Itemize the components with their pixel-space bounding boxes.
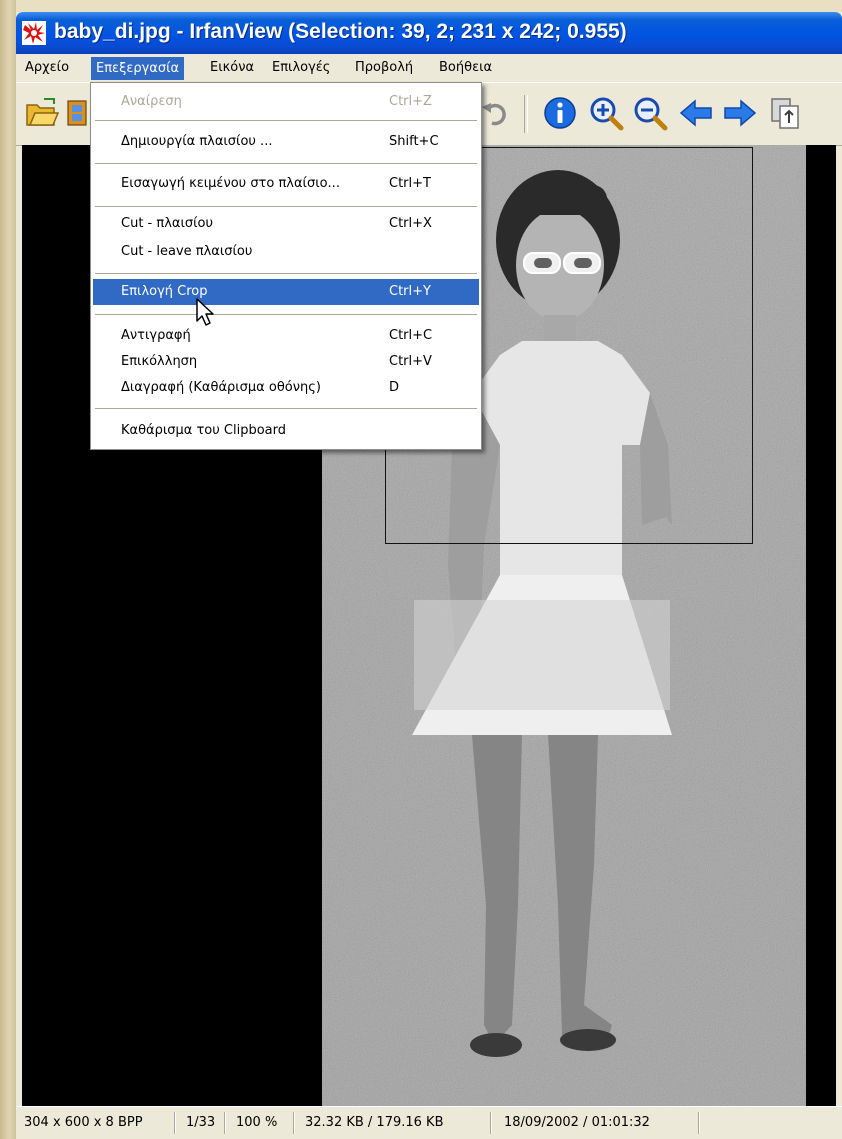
irfanview-window: baby_di.jpg - IrfanView (Selection: 39, … — [16, 12, 842, 1139]
status-zoom: 100 % — [236, 1115, 278, 1130]
menu-item-label: Επικόλληση — [121, 354, 198, 369]
menu-item-label: Αναίρεση — [121, 94, 182, 109]
status-datetime: 18/09/2002 / 01:01:32 — [504, 1115, 650, 1130]
menu-item-shortcut: Ctrl+C — [389, 328, 433, 343]
menu-item-insert-text[interactable]: Εισαγωγή κειμένου στο πλαίσιο... Ctrl+T — [93, 171, 479, 197]
mouse-pointer-icon — [196, 298, 214, 326]
previous-arrow-icon[interactable] — [678, 95, 714, 131]
menu-item-shortcut: Ctrl+Z — [389, 94, 432, 109]
toolbar-separator — [524, 95, 528, 133]
menu-help[interactable]: Βοήθεια — [434, 58, 497, 78]
filmstrip-icon[interactable] — [66, 95, 88, 131]
menu-item-label: Εισαγωγή κειμένου στο πλαίσιο... — [121, 176, 340, 191]
menu-item-shortcut: Ctrl+X — [389, 216, 432, 231]
open-folder-icon[interactable] — [24, 95, 60, 131]
menu-item-delete[interactable]: Διαγραφή (Καθάρισμα οθόνης) D — [93, 375, 479, 401]
irfanview-app-icon[interactable] — [22, 21, 46, 45]
menu-item-create-selection[interactable]: Δημιουργία πλαισίου ... Shift+C — [93, 129, 479, 155]
undo-icon[interactable] — [478, 95, 514, 131]
info-icon[interactable] — [542, 95, 578, 131]
edit-menu-dropdown: Αναίρεση Ctrl+Z Δημιουργία πλαισίου ... … — [90, 82, 482, 450]
menu-separator — [95, 120, 477, 121]
menu-item-label: Διαγραφή (Καθάρισμα οθόνης) — [121, 380, 321, 395]
menu-item-cut-selection[interactable]: Cut - πλαισίου Ctrl+X — [93, 211, 479, 237]
status-divider — [490, 1112, 491, 1134]
menu-item-label: Δημιουργία πλαισίου ... — [121, 134, 273, 149]
menu-item-undo[interactable]: Αναίρεση Ctrl+Z — [93, 89, 479, 115]
menu-separator — [95, 273, 477, 274]
status-divider — [174, 1112, 175, 1134]
menu-separator — [95, 314, 477, 315]
menu-options[interactable]: Επιλογές — [267, 58, 335, 78]
status-divider — [698, 1112, 699, 1134]
menu-item-cut-leave-selection[interactable]: Cut - leave πλαισίου — [93, 239, 479, 265]
copy-icon[interactable] — [768, 95, 804, 131]
zoom-in-icon[interactable] — [588, 95, 624, 131]
menu-item-shortcut: Ctrl+T — [389, 176, 431, 191]
title-bar[interactable]: baby_di.jpg - IrfanView (Selection: 39, … — [16, 12, 842, 54]
status-divider — [293, 1112, 294, 1134]
desktop-background-strip — [0, 0, 16, 1139]
menu-item-label: Καθάρισμα του Clipboard — [121, 423, 287, 438]
menu-bar: Αρχείο Επεξεργασία Εικόνα Επιλογές Προβο… — [16, 54, 842, 82]
zoom-out-icon[interactable] — [632, 95, 668, 131]
menu-item-shortcut: D — [389, 380, 400, 395]
menu-item-clear-clipboard[interactable]: Καθάρισμα του Clipboard — [93, 418, 479, 444]
menu-item-label: Cut - πλαισίου — [121, 216, 213, 231]
menu-item-label: Cut - leave πλαισίου — [121, 244, 253, 259]
menu-item-shortcut: Shift+C — [389, 134, 439, 149]
menu-view[interactable]: Προβολή — [350, 58, 418, 78]
status-bar: 304 x 600 x 8 BPP 1/33 100 % 32.32 KB / … — [16, 1106, 842, 1139]
menu-separator — [95, 163, 477, 164]
menu-item-label: Αντιγραφή — [121, 328, 191, 343]
window-title: baby_di.jpg - IrfanView (Selection: 39, … — [54, 20, 627, 43]
status-dimensions: 304 x 600 x 8 BPP — [24, 1115, 143, 1130]
menu-file[interactable]: Αρχείο — [20, 58, 74, 78]
menu-edit[interactable]: Επεξεργασία — [91, 57, 185, 80]
menu-separator — [95, 408, 477, 409]
menu-item-shortcut: Ctrl+Y — [389, 284, 431, 299]
menu-item-paste[interactable]: Επικόλληση Ctrl+V — [93, 349, 479, 375]
next-arrow-icon[interactable] — [722, 95, 758, 131]
menu-item-copy[interactable]: Αντιγραφή Ctrl+C — [93, 323, 479, 349]
status-filesize: 32.32 KB / 179.16 KB — [305, 1115, 444, 1130]
menu-item-crop-selection[interactable]: Επιλογή Crop Ctrl+Y — [93, 279, 479, 305]
status-index: 1/33 — [186, 1115, 216, 1130]
status-divider — [224, 1112, 225, 1134]
menu-image[interactable]: Εικόνα — [205, 58, 259, 78]
menu-separator — [95, 206, 477, 207]
menu-item-shortcut: Ctrl+V — [389, 354, 432, 369]
